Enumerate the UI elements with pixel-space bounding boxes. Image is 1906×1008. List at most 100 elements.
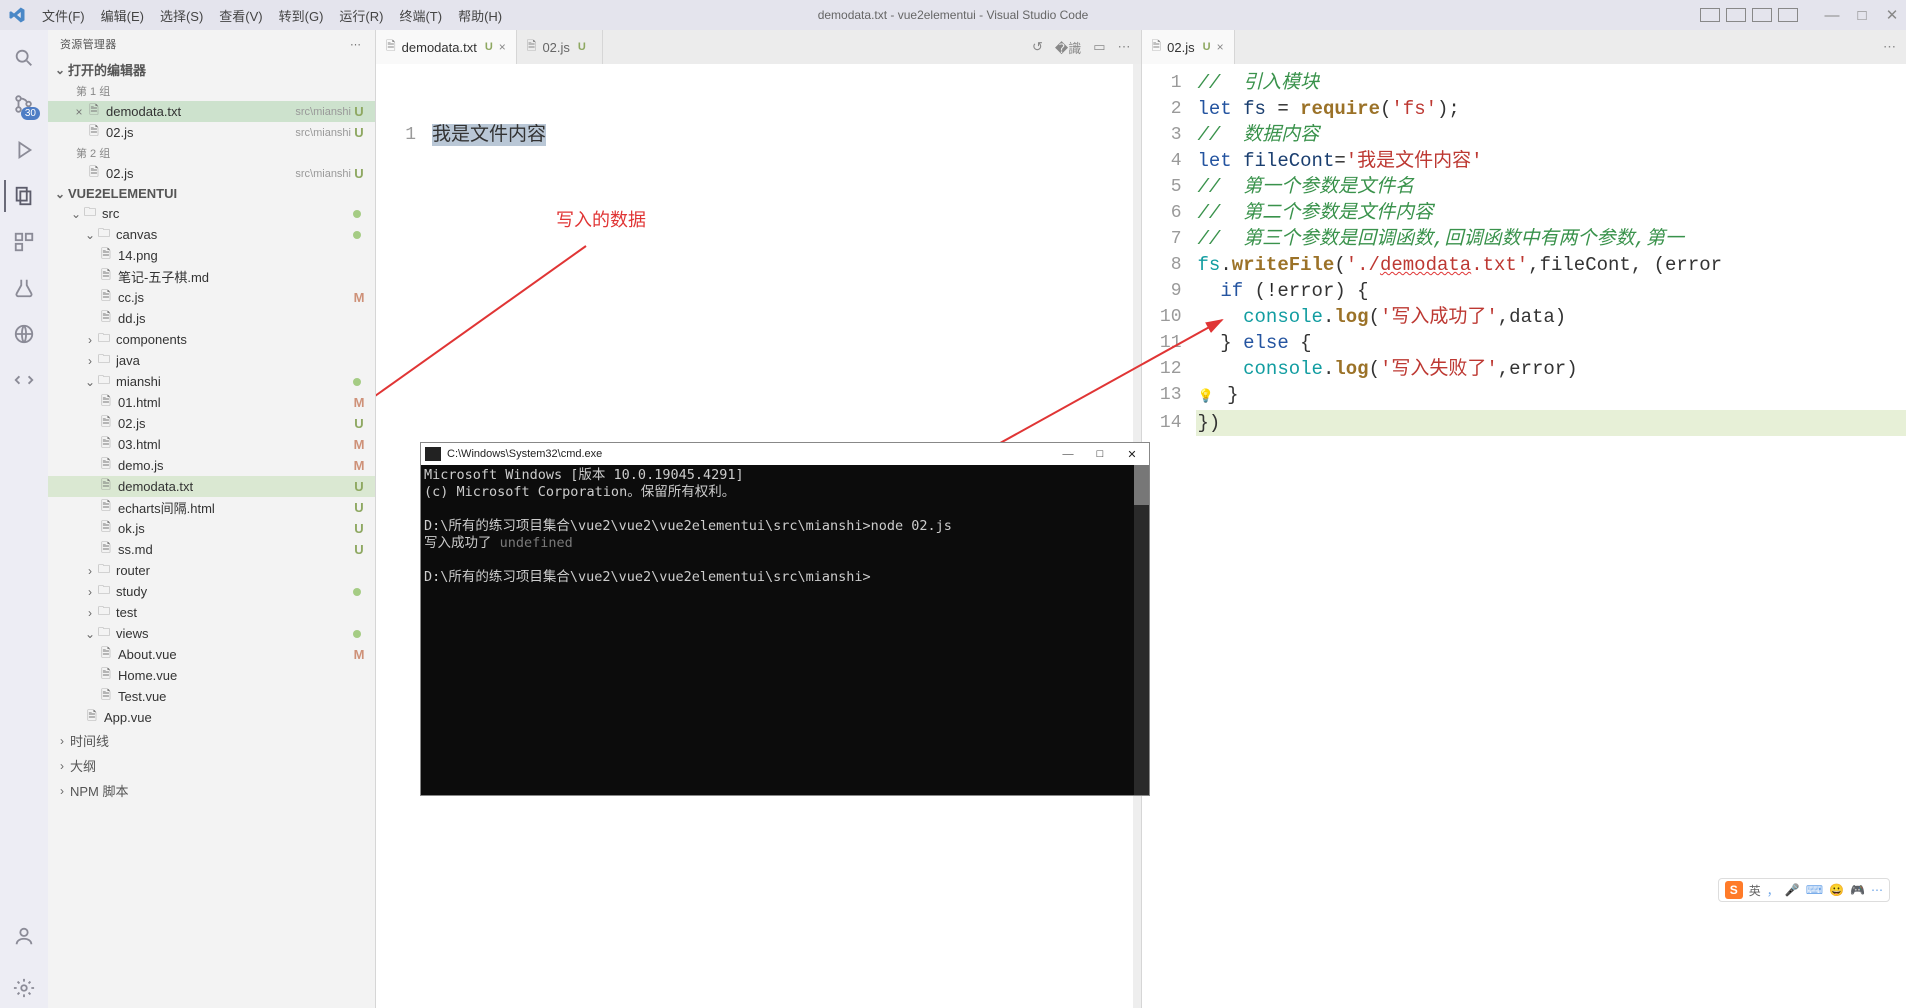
- file-icon: 🗎: [98, 245, 114, 266]
- folder-icon: 🗀: [96, 350, 112, 371]
- tree-folder[interactable]: ›🗀java: [48, 350, 375, 371]
- title-bar: 文件(F)编辑(E)选择(S)查看(V)转到(G)运行(R)终端(T)帮助(H)…: [0, 0, 1906, 30]
- debug-icon[interactable]: [4, 130, 44, 170]
- search-icon[interactable]: [4, 38, 44, 78]
- tree-file[interactable]: 🗎03.htmlM: [48, 434, 375, 455]
- tree-folder[interactable]: ⌄🗀mianshi: [48, 371, 375, 392]
- cmd-title-text: C:\Windows\System32\cmd.exe: [447, 448, 602, 460]
- tree-file[interactable]: 🗎Test.vue: [48, 686, 375, 707]
- ime-item[interactable]: ，: [1767, 882, 1779, 899]
- cmd-output[interactable]: Microsoft Windows [版本 10.0.19045.4291] (…: [421, 465, 1149, 795]
- minimize-button[interactable]: —: [1822, 7, 1842, 24]
- close-icon[interactable]: ×: [1217, 40, 1224, 54]
- tree-folder[interactable]: ›🗀router: [48, 560, 375, 581]
- tree-file[interactable]: 🗎echarts间隔.htmlU: [48, 497, 375, 518]
- folder-icon: 🗀: [96, 602, 112, 623]
- account-icon[interactable]: [4, 916, 44, 956]
- tree-file[interactable]: 🗎Home.vue: [48, 665, 375, 686]
- cmd-window[interactable]: C:\Windows\System32\cmd.exe — □ ✕ Micros…: [420, 442, 1150, 796]
- extensions-icon[interactable]: [4, 222, 44, 262]
- ime-item[interactable]: ⋯: [1871, 883, 1883, 897]
- file-icon: 🗎: [98, 455, 114, 476]
- section-header[interactable]: ›NPM 脚本: [48, 778, 375, 803]
- file-content[interactable]: 我是文件内容: [432, 124, 546, 146]
- section-header[interactable]: ⌄打开的编辑器: [48, 58, 375, 81]
- cmd-minimize[interactable]: —: [1055, 448, 1081, 461]
- tree-file[interactable]: 🗎ss.mdU: [48, 539, 375, 560]
- ime-item[interactable]: 🎤: [1785, 883, 1800, 897]
- tree-file[interactable]: 🗎02.jsU: [48, 413, 375, 434]
- ime-item[interactable]: 🎮: [1850, 883, 1865, 897]
- tree-folder[interactable]: ⌄🗀canvas: [48, 224, 375, 245]
- cmd-maximize[interactable]: □: [1087, 448, 1113, 461]
- sidebar-explorer: 资源管理器 ⋯ ⌄打开的编辑器第 1 组×🗎demodata.txtsrc\mi…: [48, 30, 376, 1008]
- ime-toolbar[interactable]: S 英 ， 🎤 ⌨ 😀 🎮 ⋯: [1718, 878, 1890, 902]
- tree-folder[interactable]: ›🗀test: [48, 602, 375, 623]
- test-icon[interactable]: [4, 268, 44, 308]
- cmd-close[interactable]: ✕: [1119, 448, 1145, 461]
- tabs-left: 🗎demodata.txtU×🗎02.jsU ↺�識▭⋯: [376, 30, 1141, 64]
- cmd-scrollbar[interactable]: [1134, 465, 1149, 795]
- file-icon: 🗎: [527, 37, 537, 58]
- tree-file[interactable]: 🗎dd.js: [48, 308, 375, 329]
- file-icon: 🗎: [86, 101, 102, 122]
- open-editor-item[interactable]: ×🗎demodata.txtsrc\mianshiU: [48, 101, 375, 122]
- scm-icon[interactable]: 30: [4, 84, 44, 124]
- tree-file[interactable]: 🗎App.vue: [48, 707, 375, 728]
- file-icon: 🗎: [86, 122, 102, 143]
- tree-file[interactable]: 🗎demodata.txtU: [48, 476, 375, 497]
- tree-folder[interactable]: ›🗀study: [48, 581, 375, 602]
- folder-icon: 🗀: [96, 224, 112, 245]
- file-icon: 🗎: [98, 392, 114, 413]
- cmd-titlebar[interactable]: C:\Windows\System32\cmd.exe — □ ✕: [421, 443, 1149, 465]
- editor-tab[interactable]: 🗎02.jsU×: [1142, 30, 1235, 64]
- layout-icons[interactable]: [1700, 8, 1798, 22]
- file-icon: 🗎: [84, 707, 100, 728]
- ime-item[interactable]: 😀: [1829, 883, 1844, 897]
- tree-folder[interactable]: ⌄🗀views: [48, 623, 375, 644]
- cmd-icon: [425, 447, 441, 461]
- close-button[interactable]: ✕: [1882, 6, 1902, 24]
- group-label: 第 2 组: [48, 143, 375, 163]
- tree-file[interactable]: 🗎ok.jsU: [48, 518, 375, 539]
- tree-file[interactable]: 🗎cc.jsM: [48, 287, 375, 308]
- tree-file[interactable]: 🗎demo.jsM: [48, 455, 375, 476]
- editor-tab[interactable]: 🗎demodata.txtU×: [376, 30, 517, 64]
- editor-tab[interactable]: 🗎02.jsU: [517, 30, 603, 64]
- remote-icon[interactable]: [4, 314, 44, 354]
- menu-item[interactable]: 文件(F): [34, 2, 93, 29]
- line-number: 1: [376, 122, 430, 148]
- menu-item[interactable]: 帮助(H): [450, 2, 510, 29]
- git-icon[interactable]: [4, 360, 44, 400]
- section-header[interactable]: ⌄VUE2ELEMENTUI: [48, 184, 375, 203]
- tree-folder[interactable]: ›🗀components: [48, 329, 375, 350]
- menu-item[interactable]: 转到(G): [271, 2, 332, 29]
- maximize-button[interactable]: □: [1852, 7, 1872, 24]
- explorer-icon[interactable]: [4, 176, 44, 216]
- sogou-icon: S: [1725, 881, 1743, 899]
- tree-file[interactable]: 🗎About.vueM: [48, 644, 375, 665]
- section-header[interactable]: ›时间线: [48, 728, 375, 753]
- file-icon: 🗎: [98, 644, 114, 665]
- menu-item[interactable]: 终端(T): [391, 2, 450, 29]
- folder-icon: 🗀: [96, 581, 112, 602]
- tree-file[interactable]: 🗎01.htmlM: [48, 392, 375, 413]
- ime-item[interactable]: ⌨: [1806, 883, 1823, 897]
- close-icon[interactable]: ×: [499, 40, 506, 54]
- menu-item[interactable]: 选择(S): [152, 2, 211, 29]
- open-editor-item[interactable]: 🗎02.jssrc\mianshiU: [48, 163, 375, 184]
- explorer-more-icon[interactable]: ⋯: [350, 38, 363, 51]
- code-editor[interactable]: 1// 引入模块2let fs = require('fs');3// 数据内容…: [1142, 64, 1906, 1008]
- section-header[interactable]: ›大纲: [48, 753, 375, 778]
- file-icon: 🗎: [98, 287, 114, 308]
- menu-item[interactable]: 查看(V): [211, 2, 270, 29]
- tree-folder[interactable]: ⌄🗀src: [48, 203, 375, 224]
- tab-controls[interactable]: ↺�識▭⋯: [1022, 30, 1141, 64]
- tree-file[interactable]: 🗎笔记-五子棋.md: [48, 266, 375, 287]
- open-editor-item[interactable]: 🗎02.jssrc\mianshiU: [48, 122, 375, 143]
- menu-item[interactable]: 运行(R): [331, 2, 391, 29]
- ime-lang[interactable]: 英: [1749, 882, 1761, 899]
- menu-item[interactable]: 编辑(E): [93, 2, 152, 29]
- tree-file[interactable]: 🗎14.png: [48, 245, 375, 266]
- settings-icon[interactable]: [4, 968, 44, 1008]
